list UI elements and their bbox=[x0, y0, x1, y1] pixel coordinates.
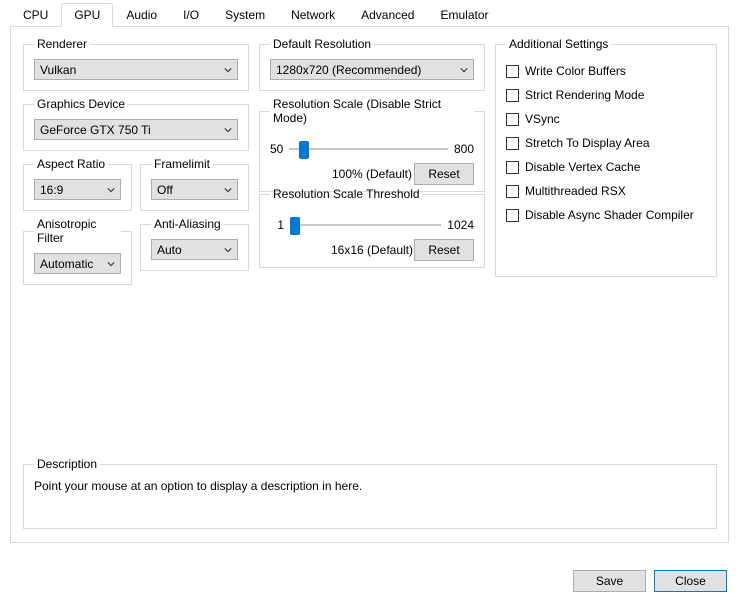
check-label: Multithreaded RSX bbox=[525, 184, 626, 198]
checkbox-icon bbox=[506, 185, 519, 198]
check-write-color-buffers[interactable]: Write Color Buffers bbox=[506, 59, 706, 83]
aniso-group: Anisotropic Filter Automatic bbox=[23, 217, 132, 285]
check-label: Stretch To Display Area bbox=[525, 136, 650, 150]
aspect-ratio-value: 16:9 bbox=[40, 183, 63, 197]
chevron-down-icon bbox=[224, 63, 232, 77]
aspect-ratio-select[interactable]: 16:9 bbox=[34, 179, 121, 200]
check-label: Strict Rendering Mode bbox=[525, 88, 644, 102]
res-thresh-max: 1024 bbox=[447, 218, 474, 232]
check-vsync[interactable]: VSync bbox=[506, 107, 706, 131]
graphics-device-group: Graphics Device GeForce GTX 750 Ti bbox=[23, 97, 249, 151]
check-label: Write Color Buffers bbox=[525, 64, 626, 78]
tab-bar: CPU GPU Audio I/O System Network Advance… bbox=[10, 3, 729, 27]
res-thresh-title: Resolution Scale Threshold bbox=[270, 187, 423, 201]
aa-group: Anti-Aliasing Auto bbox=[140, 217, 249, 271]
tab-cpu[interactable]: CPU bbox=[10, 3, 61, 26]
additional-title: Additional Settings bbox=[506, 37, 611, 51]
aniso-select[interactable]: Automatic bbox=[34, 253, 121, 274]
close-button[interactable]: Close bbox=[654, 570, 727, 592]
aa-title: Anti-Aliasing bbox=[151, 217, 224, 231]
chevron-down-icon bbox=[224, 123, 232, 137]
check-label: Disable Async Shader Compiler bbox=[525, 208, 694, 222]
aniso-title: Anisotropic Filter bbox=[34, 217, 121, 245]
aniso-value: Automatic bbox=[40, 257, 93, 271]
description-group: Description Point your mouse at an optio… bbox=[23, 457, 717, 529]
description-text: Point your mouse at an option to display… bbox=[34, 479, 706, 493]
checkbox-icon bbox=[506, 137, 519, 150]
res-scale-group: Resolution Scale (Disable Strict Mode) 5… bbox=[259, 97, 485, 192]
check-stretch-display[interactable]: Stretch To Display Area bbox=[506, 131, 706, 155]
check-strict-rendering[interactable]: Strict Rendering Mode bbox=[506, 83, 706, 107]
default-res-value: 1280x720 (Recommended) bbox=[276, 63, 421, 77]
tab-emulator[interactable]: Emulator bbox=[427, 3, 501, 26]
default-res-select[interactable]: 1280x720 (Recommended) bbox=[270, 59, 474, 80]
chevron-down-icon bbox=[107, 257, 115, 271]
res-thresh-reset-button[interactable]: Reset bbox=[414, 239, 474, 261]
checkbox-icon bbox=[506, 65, 519, 78]
tab-io[interactable]: I/O bbox=[170, 3, 212, 26]
check-label: Disable Vertex Cache bbox=[525, 160, 640, 174]
renderer-select[interactable]: Vulkan bbox=[34, 59, 238, 80]
res-scale-max: 800 bbox=[454, 142, 474, 156]
default-res-group: Default Resolution 1280x720 (Recommended… bbox=[259, 37, 485, 91]
aspect-ratio-group: Aspect Ratio 16:9 bbox=[23, 157, 132, 211]
res-thresh-slider[interactable] bbox=[290, 215, 441, 235]
chevron-down-icon bbox=[224, 183, 232, 197]
tab-gpu[interactable]: GPU bbox=[61, 3, 113, 27]
default-res-title: Default Resolution bbox=[270, 37, 374, 51]
graphics-device-title: Graphics Device bbox=[34, 97, 128, 111]
tab-system[interactable]: System bbox=[212, 3, 278, 26]
graphics-device-select[interactable]: GeForce GTX 750 Ti bbox=[34, 119, 238, 140]
framelimit-group: Framelimit Off bbox=[140, 157, 249, 211]
aspect-ratio-title: Aspect Ratio bbox=[34, 157, 108, 171]
check-label: VSync bbox=[525, 112, 560, 126]
renderer-title: Renderer bbox=[34, 37, 90, 51]
tab-audio[interactable]: Audio bbox=[113, 3, 170, 26]
renderer-group: Renderer Vulkan bbox=[23, 37, 249, 91]
graphics-device-value: GeForce GTX 750 Ti bbox=[40, 123, 151, 137]
framelimit-select[interactable]: Off bbox=[151, 179, 238, 200]
res-thresh-min: 1 bbox=[270, 218, 284, 232]
save-button[interactable]: Save bbox=[573, 570, 646, 592]
chevron-down-icon bbox=[107, 183, 115, 197]
check-disable-vertex-cache[interactable]: Disable Vertex Cache bbox=[506, 155, 706, 179]
tab-network[interactable]: Network bbox=[278, 3, 348, 26]
res-scale-slider[interactable] bbox=[289, 139, 448, 159]
tab-panel: Renderer Vulkan Graphics Device GeForce … bbox=[10, 27, 729, 543]
aa-value: Auto bbox=[157, 243, 182, 257]
description-title: Description bbox=[34, 457, 100, 471]
checkbox-icon bbox=[506, 89, 519, 102]
checkbox-icon bbox=[506, 113, 519, 126]
res-scale-reset-button[interactable]: Reset bbox=[414, 163, 474, 185]
aa-select[interactable]: Auto bbox=[151, 239, 238, 260]
checkbox-icon bbox=[506, 209, 519, 222]
res-scale-min: 50 bbox=[270, 142, 283, 156]
chevron-down-icon bbox=[224, 243, 232, 257]
chevron-down-icon bbox=[460, 63, 468, 77]
dialog-buttons: Save Close bbox=[573, 570, 727, 592]
check-disable-async-shader[interactable]: Disable Async Shader Compiler bbox=[506, 203, 706, 227]
check-multithreaded-rsx[interactable]: Multithreaded RSX bbox=[506, 179, 706, 203]
renderer-value: Vulkan bbox=[40, 63, 76, 77]
framelimit-value: Off bbox=[157, 183, 173, 197]
tab-advanced[interactable]: Advanced bbox=[348, 3, 427, 26]
checkbox-icon bbox=[506, 161, 519, 174]
framelimit-title: Framelimit bbox=[151, 157, 213, 171]
additional-group: Additional Settings Write Color Buffers … bbox=[495, 37, 717, 277]
res-scale-title: Resolution Scale (Disable Strict Mode) bbox=[270, 97, 474, 125]
res-thresh-group: Resolution Scale Threshold 1 1024 16x16 … bbox=[259, 187, 485, 268]
